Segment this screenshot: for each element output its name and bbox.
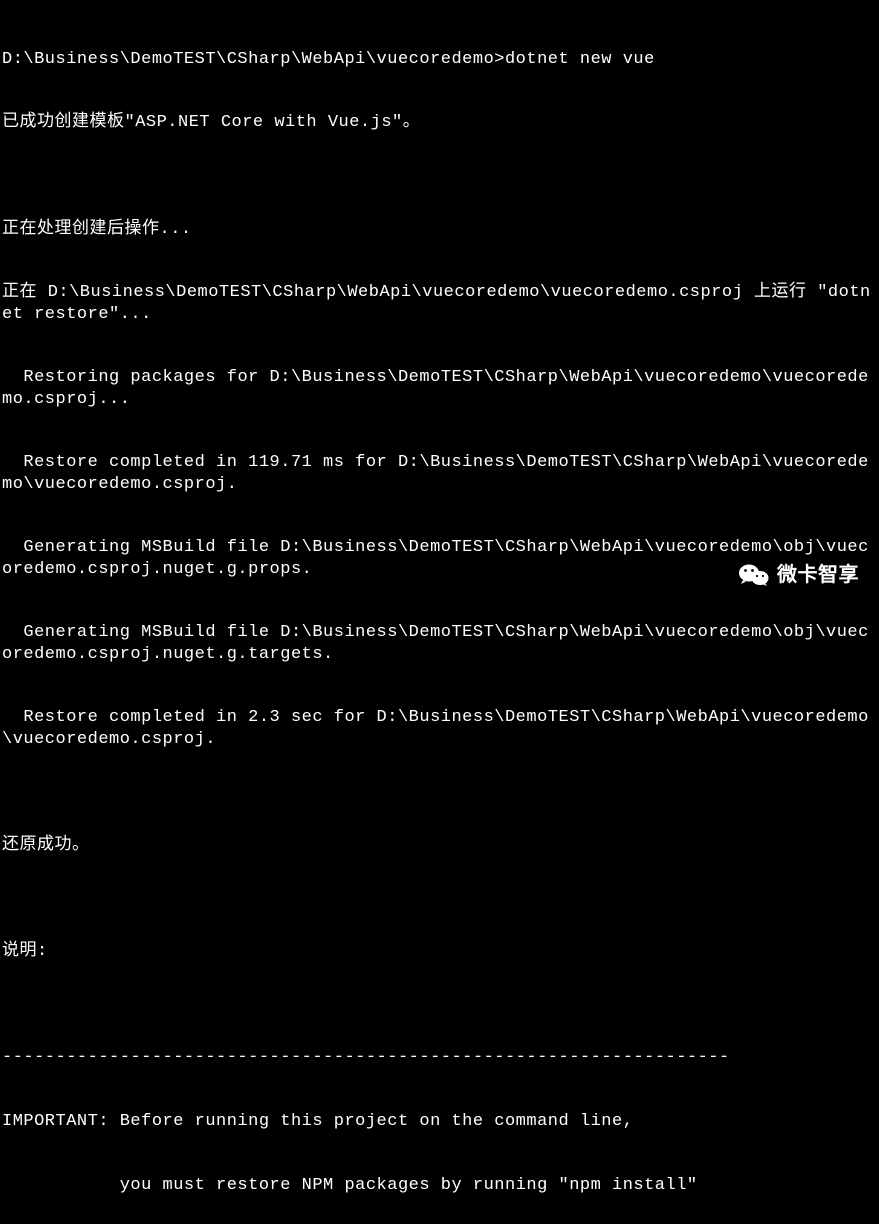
terminal-line: you must restore NPM packages by running… xyxy=(2,1175,877,1196)
terminal-line: 正在处理创建后操作... xyxy=(2,219,877,240)
terminal-line: IMPORTANT: Before running this project o… xyxy=(2,1111,877,1132)
terminal-line: Restore completed in 2.3 sec for D:\Busi… xyxy=(2,707,877,750)
terminal-output[interactable]: D:\Business\DemoTEST\CSharp\WebApi\vueco… xyxy=(2,6,877,1224)
terminal-line: Restore completed in 119.71 ms for D:\Bu… xyxy=(2,452,877,495)
watermark: 微卡智享 xyxy=(739,562,859,588)
terminal-line: Generating MSBuild file D:\Business\Demo… xyxy=(2,622,877,665)
wechat-icon xyxy=(739,562,769,588)
terminal-line: 还原成功。 xyxy=(2,835,877,856)
terminal-line: 正在 D:\Business\DemoTEST\CSharp\WebApi\vu… xyxy=(2,282,877,325)
terminal-line: Restoring packages for D:\Business\DemoT… xyxy=(2,367,877,410)
terminal-line: ----------------------------------------… xyxy=(2,1047,877,1068)
terminal-line: 说明: xyxy=(2,941,877,962)
watermark-text: 微卡智享 xyxy=(777,563,859,588)
terminal-line: D:\Business\DemoTEST\CSharp\WebApi\vueco… xyxy=(2,49,877,70)
terminal-line: 已成功创建模板"ASP.NET Core with Vue.js"。 xyxy=(2,112,877,133)
